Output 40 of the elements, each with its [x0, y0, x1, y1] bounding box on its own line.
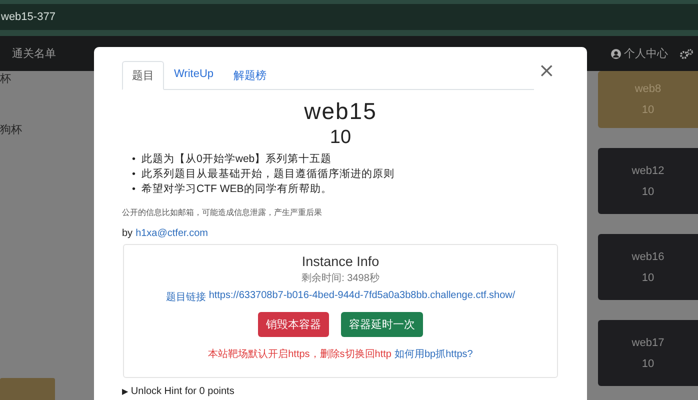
instance-title: Instance Info [302, 254, 380, 269]
action-button[interactable]: 销毁本容器 [258, 312, 329, 337]
tab[interactable]: 题目 [122, 61, 164, 90]
description-item: 希望对学习CTF WEB的同学有所帮助。 [142, 182, 332, 197]
list-item[interactable]: 狗杯 [0, 122, 60, 137]
tab[interactable]: 解题榜 [224, 61, 277, 90]
challenge-link[interactable]: https://633708b7-b016-4bed-944d-7fd5a0a3b8bb.challenge.ctf.show/ [208, 290, 516, 304]
unlock-hint-toggle[interactable]: ▶ Unlock Hint for 0 points [122, 386, 234, 397]
challenge-name: web12 [632, 164, 664, 176]
challenge-title: web15 [303, 98, 378, 125]
settings-icon[interactable] [680, 48, 694, 58]
challenge-name: web16 [632, 250, 664, 262]
description-item: 此系列题目从最基础开始，题目遵循循序渐进的原则 [142, 167, 395, 182]
list-item[interactable]: 杯 [0, 71, 60, 86]
window-title: web15-377 [1, 11, 56, 23]
challenge-card[interactable]: web12 10 [598, 148, 698, 214]
https-note: 本站靶场默认开启https，删除s切换回http [208, 348, 392, 361]
author-prefix: by [122, 228, 133, 239]
link-label: 题目链接 [166, 290, 206, 304]
challenge-score: 10 [642, 186, 654, 198]
close-button[interactable]: × [534, 61, 559, 79]
challenge-score: 10 [642, 358, 654, 370]
remaining-time: 剩余时间: 3498秒 [302, 272, 380, 285]
challenge-card[interactable]: web16 10 [598, 234, 698, 300]
challenge-points: 10 [328, 127, 352, 149]
bullet-marker: • [132, 168, 136, 182]
bullet-marker: • [132, 153, 136, 167]
challenge-card[interactable]: web17 10 [598, 320, 698, 386]
tab[interactable]: WriteUp [164, 61, 224, 90]
bullet-marker: • [132, 183, 136, 197]
description-item: 此题为【从0开始学web】系列第十五题 [142, 152, 332, 167]
author-link[interactable]: h1xa@ctfer.com [136, 228, 208, 239]
challenge-score: 10 [642, 272, 654, 284]
nav-link[interactable]: 通关名单 [12, 46, 56, 61]
action-button[interactable]: 容器延时一次 [341, 312, 423, 337]
challenge-name: web17 [632, 336, 664, 348]
description-text: 公开的信息比如邮箱，可能造成信息泄露，产生严重后果 [122, 207, 323, 218]
help-link[interactable]: 如何用bp抓https? [394, 347, 473, 361]
user-icon [611, 48, 621, 58]
nav-link[interactable]: 个人中心 [611, 46, 668, 61]
